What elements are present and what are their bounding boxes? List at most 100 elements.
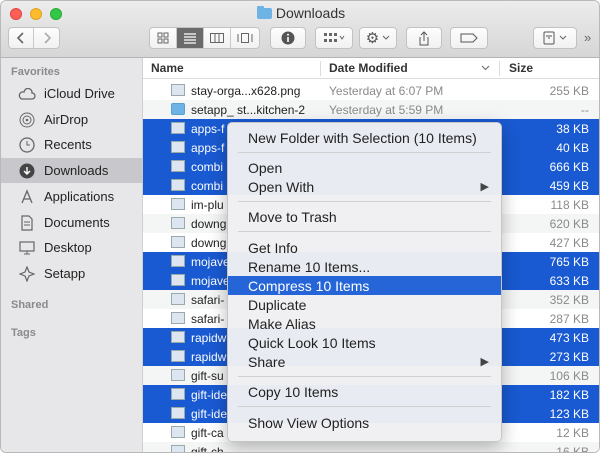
menu-item-copy[interactable]: Copy 10 Items (228, 382, 501, 401)
forward-button[interactable] (34, 28, 59, 48)
file-name: gift-ide (191, 388, 228, 402)
sidebar-item-desktop[interactable]: Desktop (1, 235, 143, 260)
context-menu: New Folder with Selection (10 Items) Ope… (227, 122, 502, 442)
file-name: apps-f (191, 122, 225, 136)
file-size: 182 KB (549, 388, 589, 402)
file-name: rapidw (191, 350, 227, 364)
image-file-icon (171, 426, 185, 438)
file-size: 427 KB (549, 236, 589, 250)
applications-icon (18, 188, 36, 206)
finder-window: Downloads ⚙ » Favorites iCloud Drive Air… (0, 0, 600, 453)
file-name: safari- (191, 312, 225, 326)
share-icon (419, 30, 429, 45)
download-icon (18, 162, 36, 180)
image-file-icon (171, 217, 185, 229)
view-mode-control (149, 27, 260, 49)
extra-button[interactable] (533, 27, 577, 49)
column-size-header[interactable]: Size (509, 61, 533, 75)
sidebar-item-setapp[interactable]: Setapp (1, 261, 143, 286)
image-file-icon (171, 407, 185, 419)
toolbar: Downloads ⚙ » (1, 1, 599, 58)
sidebar-item-label: AirDrop (44, 112, 89, 127)
column-view-button[interactable] (204, 28, 231, 48)
gear-icon: ⚙ (365, 30, 380, 47)
sidebar-item-recents[interactable]: Recents (1, 132, 143, 157)
menu-item-label: Share (248, 353, 286, 370)
image-file-icon (171, 369, 185, 381)
file-size: 38 KB (556, 122, 589, 136)
info-icon (281, 31, 295, 45)
sidebar: Favorites iCloud Drive AirDrop Recents D… (1, 58, 143, 452)
airdrop-icon (18, 111, 36, 129)
file-name: safari- (191, 293, 225, 307)
sidebar-item-documents[interactable]: Documents (1, 210, 143, 235)
image-file-icon (171, 160, 185, 172)
menu-item-make-alias[interactable]: Make Alias (228, 314, 501, 333)
file-row[interactable]: setapp_ st...kitchen-2 Yesterday at 5:59 … (143, 100, 599, 119)
column-date-header[interactable]: Date Modified (329, 61, 408, 75)
file-size: 459 KB (549, 179, 589, 193)
menu-item-move-to-trash[interactable]: Move to Trash (228, 207, 501, 226)
list-view-icon (184, 33, 196, 44)
window-title-text: Downloads (275, 5, 346, 21)
icon-view-button[interactable] (150, 28, 177, 48)
file-name: im-plu (191, 198, 224, 212)
menu-item-rename[interactable]: Rename 10 Items... (228, 257, 501, 276)
icon-view-icon (157, 32, 169, 44)
sidebar-item-downloads[interactable]: Downloads (1, 158, 143, 183)
image-file-icon (171, 179, 185, 191)
menu-item-open[interactable]: Open (228, 158, 501, 177)
file-size: 666 KB (549, 160, 589, 174)
file-size: 255 KB (549, 84, 589, 98)
file-name: mojave (191, 274, 230, 288)
chevron-down-icon (559, 35, 567, 40)
tags-button[interactable] (450, 27, 488, 49)
get-info-button[interactable] (270, 27, 306, 49)
file-date: Yesterday at 6:07 PM (329, 84, 444, 98)
file-name: stay-orga...x628.png (191, 84, 301, 98)
gallery-view-button[interactable] (231, 28, 259, 48)
share-button[interactable] (406, 27, 442, 49)
sidebar-item-label: Documents (44, 215, 110, 230)
chevron-double-right-icon[interactable]: » (584, 30, 591, 45)
image-file-icon (171, 141, 185, 153)
sidebar-item-icloud-drive[interactable]: iCloud Drive (1, 81, 143, 106)
sidebar-item-label: Applications (44, 189, 115, 204)
nav-buttons (8, 27, 60, 49)
file-size: 633 KB (549, 274, 589, 288)
menu-item-duplicate[interactable]: Duplicate (228, 295, 501, 314)
sidebar-item-label: Recents (44, 137, 92, 152)
menu-item-show-view-options[interactable]: Show View Options (228, 413, 501, 432)
file-name: gift-ca (191, 426, 224, 440)
menu-item-new-folder[interactable]: New Folder with Selection (10 Items) (228, 128, 501, 147)
action-button[interactable]: ⚙ (359, 27, 397, 49)
menu-item-get-info[interactable]: Get Info (228, 238, 501, 257)
shared-heading: Shared (11, 299, 49, 311)
menu-item-open-with[interactable]: Open With ▶ (228, 177, 501, 196)
sidebar-item-airdrop[interactable]: AirDrop (1, 107, 143, 132)
list-view-button[interactable] (177, 28, 204, 48)
file-row[interactable]: gift-ch 16 KB (143, 442, 599, 453)
file-row[interactable]: stay-orga...x628.png Yesterday at 6:07 PM… (143, 81, 599, 100)
column-view-icon (210, 33, 224, 43)
group-icon (324, 33, 345, 42)
file-size: 16 KB (556, 445, 589, 453)
menu-item-compress[interactable]: Compress 10 Items (228, 276, 501, 295)
menu-item-quick-look[interactable]: Quick Look 10 Items (228, 333, 501, 352)
file-size: 40 KB (556, 141, 589, 155)
group-button[interactable] (315, 27, 353, 49)
image-file-icon (171, 331, 185, 343)
menu-item-share[interactable]: Share ▶ (228, 352, 501, 371)
gallery-view-icon (237, 33, 253, 43)
image-file-icon (171, 84, 185, 96)
tag-icon (460, 33, 478, 43)
file-name: downg (191, 217, 227, 231)
file-size: 12 KB (556, 426, 589, 440)
column-name-header[interactable]: Name (151, 61, 184, 75)
back-button[interactable] (9, 28, 34, 48)
file-name: gift-ch (191, 445, 224, 453)
image-file-icon (171, 236, 185, 248)
submenu-arrow-icon: ▶ (480, 356, 489, 368)
sidebar-item-applications[interactable]: Applications (1, 184, 143, 209)
file-size: 118 KB (550, 198, 589, 212)
